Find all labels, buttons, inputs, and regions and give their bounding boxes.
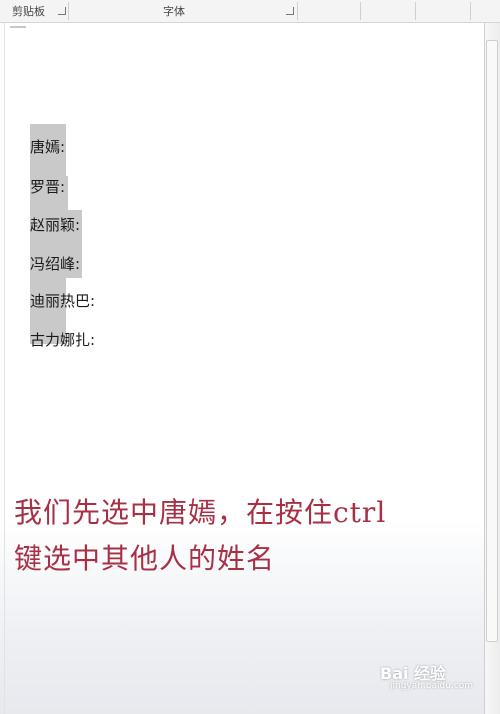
scrollbar-thumb[interactable] bbox=[486, 40, 498, 642]
text-cursor-mark bbox=[10, 26, 26, 28]
clipboard-launcher-icon[interactable] bbox=[58, 7, 66, 15]
ribbon-separator bbox=[68, 2, 69, 20]
name-line-dilraba[interactable]: 迪丽热巴: bbox=[30, 290, 95, 311]
name-line-feng-shaofeng[interactable]: 冯绍峰: bbox=[30, 253, 80, 274]
name-line-tang-yan[interactable]: 唐嫣: bbox=[30, 136, 65, 157]
ribbon-separator bbox=[297, 2, 298, 20]
ribbon-bar: 剪贴板 字体 bbox=[0, 0, 500, 23]
watermark-url: jingyan.baidu.com bbox=[390, 681, 474, 691]
clipboard-group-label: 剪贴板 bbox=[12, 5, 45, 18]
ribbon-separator bbox=[360, 2, 361, 20]
name-line-zhao-liying[interactable]: 赵丽颖: bbox=[30, 214, 80, 235]
name-line-luo-jin[interactable]: 罗晋: bbox=[30, 176, 65, 197]
page-margin-line bbox=[4, 23, 5, 714]
ribbon-separator bbox=[470, 2, 471, 20]
instruction-caption-line1: 我们先选中唐嫣，在按住ctrl bbox=[14, 496, 387, 529]
instruction-caption-line2: 键选中其他人的姓名 bbox=[14, 542, 276, 575]
name-line-gulnazar[interactable]: 古力娜扎: bbox=[30, 329, 95, 350]
font-launcher-icon[interactable] bbox=[286, 7, 294, 15]
font-group-label: 字体 bbox=[163, 5, 185, 18]
ribbon-separator bbox=[415, 2, 416, 20]
document-page[interactable] bbox=[0, 23, 500, 714]
